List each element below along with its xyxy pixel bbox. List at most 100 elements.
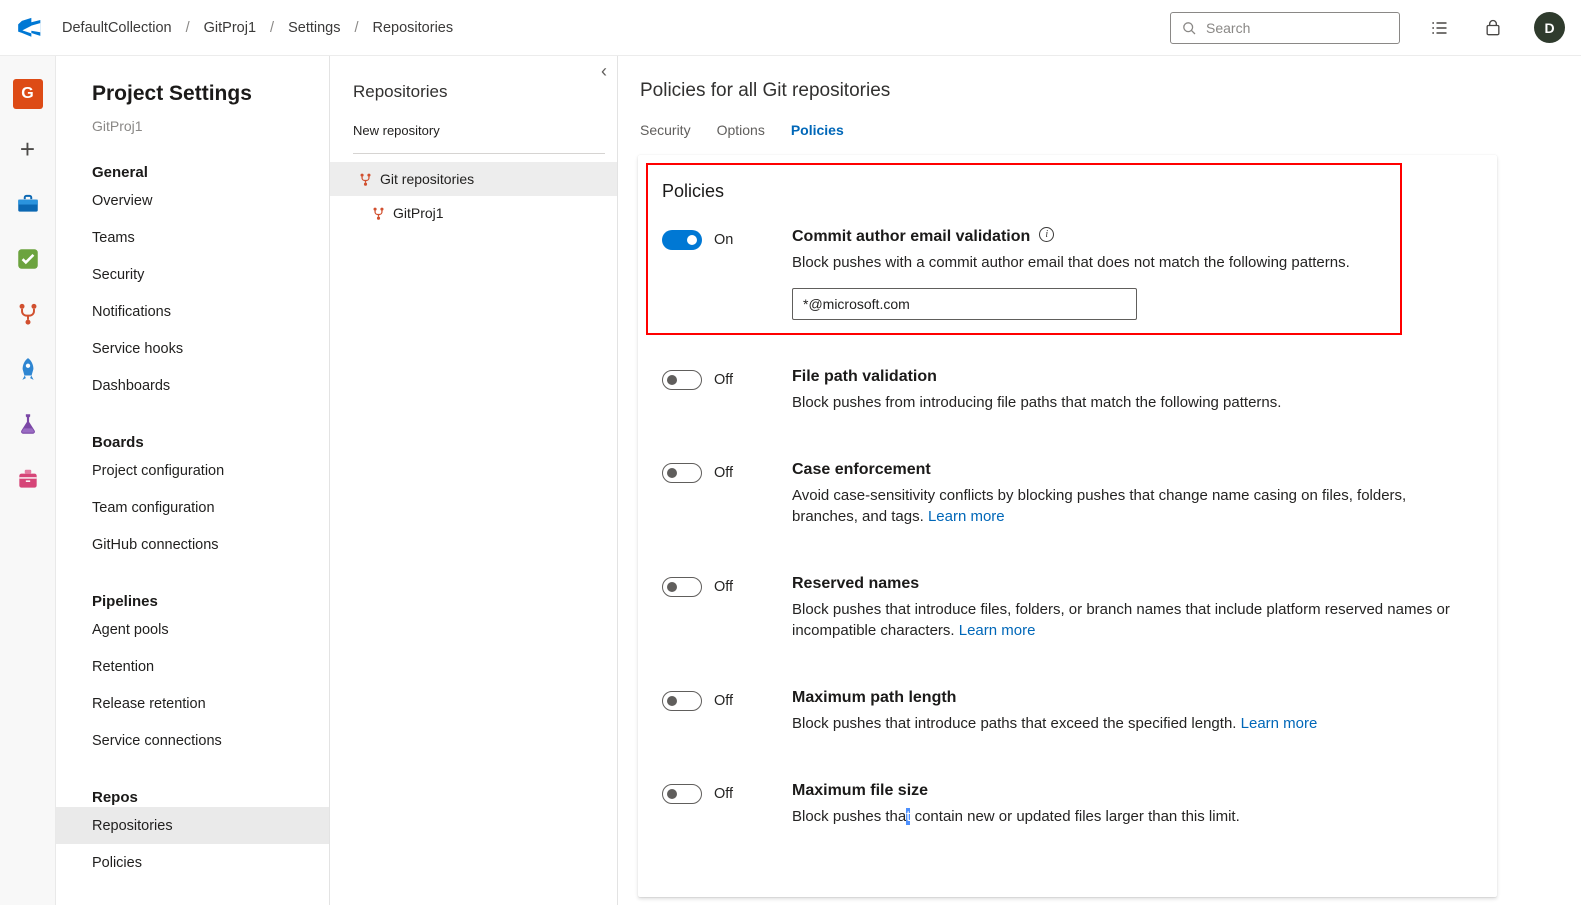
policy-title: Commit author email validation: [792, 228, 1030, 246]
tab-policies[interactable]: Policies: [791, 122, 844, 138]
project-initial-badge: G: [13, 79, 43, 109]
tree-item-label: GitProj1: [393, 205, 444, 221]
policy-description: Avoid case-sensitivity conflicts by bloc…: [792, 485, 1473, 527]
policy-description: Block pushes with a commit author email …: [792, 252, 1473, 273]
breadcrumb-settings[interactable]: Settings: [288, 20, 340, 36]
sidebar-item-dashboards[interactable]: Dashboards: [56, 367, 329, 404]
sidebar-item-agent-pools[interactable]: Agent pools: [56, 611, 329, 648]
sidebar-item-notifications[interactable]: Notifications: [56, 293, 329, 330]
learn-more-link[interactable]: Learn more: [928, 508, 1005, 525]
learn-more-link[interactable]: Learn more: [1241, 715, 1318, 732]
new-repository-button[interactable]: New repository: [353, 123, 440, 138]
search-icon: [1181, 20, 1197, 36]
sidebar-item-service-connections[interactable]: Service connections: [56, 722, 329, 759]
main-content: Policies for all Git repositories Securi…: [618, 56, 1581, 905]
tab-options[interactable]: Options: [717, 122, 765, 138]
task-list-icon[interactable]: [1426, 15, 1452, 41]
sidebar-item-service-hooks[interactable]: Service hooks: [56, 330, 329, 367]
policy-commit-author-email-validation: On Commit author email validation i Bloc…: [662, 228, 1473, 320]
sidebar-item-overview[interactable]: Overview: [56, 182, 329, 219]
toggle-state-label: Off: [714, 372, 733, 388]
email-pattern-input[interactable]: [792, 288, 1137, 320]
tree-item-label: Git repositories: [380, 171, 474, 187]
user-avatar[interactable]: D: [1534, 12, 1565, 43]
sidebar-item-release-retention[interactable]: Release retention: [56, 685, 329, 722]
breadcrumb-separator: /: [354, 20, 358, 36]
settings-title: Project Settings: [56, 56, 329, 106]
marketplace-bag-icon[interactable]: [1480, 15, 1506, 41]
policy-description: Block pushes that introduce paths that e…: [792, 713, 1473, 734]
section-header-boards: Boards: [56, 404, 329, 452]
repo-toolbar: New repository: [353, 122, 605, 154]
azure-devops-logo-icon[interactable]: [14, 11, 48, 45]
repos-icon[interactable]: [0, 286, 55, 341]
toggle-state-label: On: [714, 232, 733, 248]
page-title: Policies for all Git repositories: [640, 80, 1547, 102]
git-repo-icon: [371, 206, 386, 221]
search-box[interactable]: [1170, 12, 1400, 44]
sidebar-item-teams[interactable]: Teams: [56, 219, 329, 256]
search-input[interactable]: [1206, 20, 1389, 36]
sidebar-item-security[interactable]: Security: [56, 256, 329, 293]
toggle-group: Off: [662, 575, 792, 597]
policies-card: Policies On Commit author email validati…: [638, 155, 1497, 897]
boards-icon[interactable]: [0, 231, 55, 286]
collapse-panel-icon[interactable]: ‹: [601, 62, 607, 80]
breadcrumb-separator: /: [270, 20, 274, 36]
policy-file-path-validation: Off File path validation Block pushes fr…: [662, 368, 1473, 413]
sidebar-item-github-connections[interactable]: GitHub connections: [56, 526, 329, 563]
maximum-path-length-toggle[interactable]: [662, 691, 702, 711]
policy-case-enforcement: Off Case enforcement Avoid case-sensitiv…: [662, 461, 1473, 527]
tree-item-git-repositories[interactable]: Git repositories: [330, 162, 617, 196]
toggle-group: Off: [662, 368, 792, 390]
policy-reserved-names: Off Reserved names Block pushes that int…: [662, 575, 1473, 641]
plus-icon: +: [20, 136, 35, 162]
toggle-group: Off: [662, 782, 792, 804]
toggle-state-label: Off: [714, 579, 733, 595]
sidebar-item-policies[interactable]: Policies: [56, 844, 329, 881]
section-header-pipelines: Pipelines: [56, 563, 329, 611]
add-project-button[interactable]: +: [0, 121, 55, 176]
policy-description: Block pushes that introduce files, folde…: [792, 599, 1473, 641]
breadcrumb-project[interactable]: GitProj1: [204, 20, 256, 36]
pipelines-icon[interactable]: [0, 341, 55, 396]
tab-security[interactable]: Security: [640, 122, 691, 138]
sidebar-item-repositories[interactable]: Repositories: [56, 807, 329, 844]
breadcrumb-separator: /: [186, 20, 190, 36]
breadcrumb-collection[interactable]: DefaultCollection: [62, 20, 172, 36]
toggle-group: On: [662, 228, 792, 250]
learn-more-link[interactable]: Learn more: [959, 622, 1036, 639]
maximum-file-size-toggle[interactable]: [662, 784, 702, 804]
breadcrumb-repositories[interactable]: Repositories: [373, 20, 454, 36]
top-bar: DefaultCollection / GitProj1 / Settings …: [0, 0, 1581, 56]
info-icon[interactable]: i: [1039, 227, 1054, 242]
policy-description: Block pushes that contain new or updated…: [792, 806, 1473, 827]
policy-title: Maximum file size: [792, 782, 928, 800]
policies-heading: Policies: [662, 181, 1473, 202]
sidebar-item-retention[interactable]: Retention: [56, 648, 329, 685]
left-rail: G +: [0, 56, 56, 905]
work-items-icon[interactable]: [0, 176, 55, 231]
policy-maximum-path-length: Off Maximum path length Block pushes tha…: [662, 689, 1473, 734]
reserved-names-toggle[interactable]: [662, 577, 702, 597]
commit-author-email-validation-toggle[interactable]: [662, 230, 702, 250]
tab-bar: Security Options Policies: [640, 122, 1547, 138]
repository-tree: Git repositories GitProj1: [330, 162, 617, 230]
case-enforcement-toggle[interactable]: [662, 463, 702, 483]
policy-maximum-file-size: Off Maximum file size Block pushes that …: [662, 782, 1473, 827]
toggle-group: Off: [662, 689, 792, 711]
toggle-state-label: Off: [714, 465, 733, 481]
test-plans-icon[interactable]: [0, 396, 55, 451]
file-path-validation-toggle[interactable]: [662, 370, 702, 390]
section-header-general: General: [56, 134, 329, 182]
repositories-panel-title: Repositories: [330, 56, 617, 102]
sidebar-item-project-configuration[interactable]: Project configuration: [56, 452, 329, 489]
settings-project-name: GitProj1: [56, 106, 329, 134]
policy-title: Maximum path length: [792, 689, 956, 707]
tree-item-gitproj1[interactable]: GitProj1: [330, 196, 617, 230]
toggle-state-label: Off: [714, 786, 733, 802]
git-repo-icon: [358, 172, 373, 187]
sidebar-item-team-configuration[interactable]: Team configuration: [56, 489, 329, 526]
artifacts-icon[interactable]: [0, 451, 55, 506]
project-avatar[interactable]: G: [0, 66, 55, 121]
